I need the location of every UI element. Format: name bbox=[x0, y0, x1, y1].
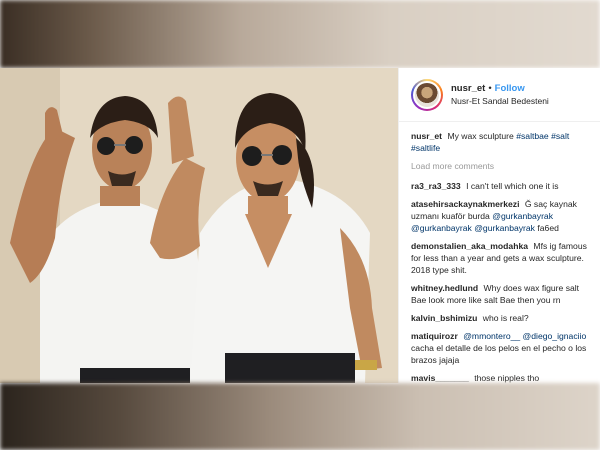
comment-text: I can't tell which one it is bbox=[466, 181, 559, 191]
mention-link[interactable]: @diego_ignaciio bbox=[523, 331, 587, 341]
comment-username[interactable]: demonstalien_aka_modahka bbox=[411, 241, 528, 251]
comment-text: who is real? bbox=[482, 313, 529, 323]
username-link[interactable]: nusr_et bbox=[451, 83, 485, 94]
mention-link[interactable]: @gurkanbayrak bbox=[492, 211, 553, 221]
blurred-background-top bbox=[0, 0, 600, 68]
caption-text: My wax sculpture bbox=[447, 131, 514, 141]
load-more-comments-button[interactable]: Load more comments bbox=[411, 160, 588, 172]
hashtag-link[interactable]: #salt bbox=[551, 131, 569, 141]
comments-list: nusr_et My wax sculpture #saltbae #salt … bbox=[399, 122, 600, 383]
comment-username[interactable]: nusr_et bbox=[411, 131, 442, 141]
user-line: nusr_et • Follow bbox=[451, 83, 549, 94]
mention-link[interactable]: @gurkanbayrak bbox=[474, 223, 535, 233]
comment-item: kalvin_bshimizu who is real? bbox=[411, 312, 588, 324]
comment-username[interactable]: matiquirozr bbox=[411, 331, 458, 341]
comment-username[interactable]: ra3_ra3_333 bbox=[411, 181, 461, 191]
comments-panel: nusr_et • Follow Nusr-Et Sandal Bedesten… bbox=[398, 68, 600, 383]
header-text: nusr_et • Follow Nusr-Et Sandal Bedesten… bbox=[451, 83, 549, 106]
comment-item: matiquirozr @mmontero__ @diego_ignaciio … bbox=[411, 330, 588, 366]
hashtag-link[interactable]: #saltbae bbox=[516, 131, 549, 141]
separator-dot: • bbox=[488, 83, 492, 94]
comment-item: mavis_______ those nipples tho bbox=[411, 372, 588, 383]
comment-username[interactable]: mavis_______ bbox=[411, 373, 469, 383]
post-photo[interactable] bbox=[0, 68, 398, 383]
comment-item: ra3_ra3_333 I can't tell which one it is bbox=[411, 180, 588, 192]
profile-avatar[interactable] bbox=[411, 78, 443, 111]
photo-illustration bbox=[0, 68, 398, 383]
hashtag-link[interactable]: #saltlife bbox=[411, 143, 440, 153]
comment-item: atasehirsackaynakmerkezi Ğ saç kaynak uz… bbox=[411, 198, 588, 234]
comment-username[interactable]: kalvin_bshimizu bbox=[411, 313, 477, 323]
comment-item: whitney.hedlund Why does wax figure salt… bbox=[411, 282, 588, 306]
mention-link[interactable]: @mmontero__ bbox=[463, 331, 520, 341]
comment-text: those nipples tho bbox=[474, 373, 540, 383]
mention-link[interactable]: @gurkanbayrak bbox=[411, 223, 472, 233]
comment-text: cacha el detalle de los pelos en el pech… bbox=[411, 343, 587, 365]
location-link[interactable]: Nusr-Et Sandal Bedesteni bbox=[451, 96, 549, 106]
comment-username[interactable]: whitney.hedlund bbox=[411, 283, 478, 293]
blurred-background-bottom bbox=[0, 383, 600, 450]
comment-text-suffix: fa6ed bbox=[537, 223, 559, 233]
avatar-image bbox=[413, 80, 441, 109]
caption: nusr_et My wax sculpture #saltbae #salt … bbox=[411, 130, 588, 154]
post-header: nusr_et • Follow Nusr-Et Sandal Bedesten… bbox=[399, 68, 600, 122]
comment-item: demonstalien_aka_modahka Mfs ig famous f… bbox=[411, 240, 588, 276]
comment-username[interactable]: atasehirsackaynakmerkezi bbox=[411, 199, 519, 209]
follow-button[interactable]: Follow bbox=[495, 83, 525, 94]
